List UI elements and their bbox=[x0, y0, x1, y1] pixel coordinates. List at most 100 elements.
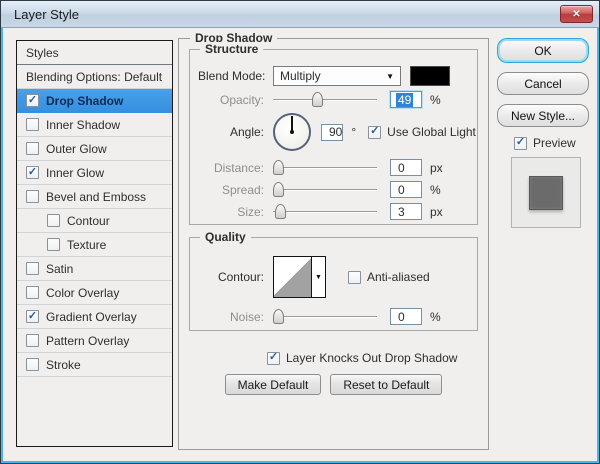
checkbox-icon[interactable]: ✓ bbox=[47, 214, 60, 227]
shadow-color-swatch[interactable] bbox=[410, 66, 450, 86]
angle-dial[interactable] bbox=[273, 113, 311, 151]
noise-row: Noise: 0 % bbox=[198, 308, 469, 325]
contour-thumbnail[interactable] bbox=[274, 257, 312, 297]
checkbox-icon[interactable]: ✓ bbox=[26, 358, 39, 371]
blend-mode-label: Blend Mode: bbox=[198, 69, 264, 83]
checkbox-icon[interactable]: ✓ bbox=[26, 142, 39, 155]
distance-value[interactable]: 0 bbox=[390, 159, 422, 176]
sidebar-item-outer-glow[interactable]: ✓ Outer Glow bbox=[17, 137, 172, 161]
dialog-body: Styles Blending Options: Default ✓ Drop … bbox=[1, 28, 599, 463]
checkbox-icon[interactable]: ✓ bbox=[26, 286, 39, 299]
contour-row: Contour: ▼ ✓ Anti-aliased bbox=[198, 256, 469, 298]
sidebar-item-bevel-and-emboss[interactable]: ✓ Bevel and Emboss bbox=[17, 185, 172, 209]
chevron-down-icon[interactable]: ▼ bbox=[312, 257, 325, 297]
size-unit: px bbox=[430, 205, 443, 219]
checkbox-icon[interactable]: ✓ bbox=[368, 126, 381, 139]
layer-knocks-out-checkbox[interactable]: ✓ Layer Knocks Out Drop Shadow bbox=[267, 351, 488, 365]
size-slider[interactable] bbox=[273, 204, 377, 219]
spread-label[interactable]: Spread: bbox=[198, 183, 264, 197]
checkbox-icon[interactable]: ✓ bbox=[47, 238, 60, 251]
checkbox-icon[interactable]: ✓ bbox=[348, 271, 361, 284]
style-preview-swatch bbox=[511, 157, 581, 228]
quality-legend: Quality bbox=[200, 230, 251, 244]
checkbox-icon[interactable]: ✓ bbox=[514, 137, 527, 150]
spread-unit: % bbox=[430, 183, 441, 197]
sidebar-item-label: Outer Glow bbox=[46, 142, 107, 156]
checkbox-icon[interactable]: ✓ bbox=[26, 118, 39, 131]
window-title: Layer Style bbox=[1, 7, 79, 22]
slider-track bbox=[273, 167, 377, 168]
blend-mode-select[interactable]: Multiply ▼ bbox=[273, 66, 401, 86]
checkbox-icon[interactable]: ✓ bbox=[26, 262, 39, 275]
title-bar[interactable]: Layer Style ✕ bbox=[1, 1, 599, 28]
default-buttons-row: Make Default Reset to Default bbox=[179, 374, 488, 395]
quality-group: Quality Contour: ▼ ✓ Anti-aliased Noise: bbox=[189, 237, 478, 331]
noise-label[interactable]: Noise: bbox=[198, 310, 264, 324]
spread-row: Spread: 0 % bbox=[198, 181, 469, 198]
slider-thumb[interactable] bbox=[275, 204, 286, 219]
slider-thumb[interactable] bbox=[273, 182, 284, 197]
sidebar-item-drop-shadow[interactable]: ✓ Drop Shadow bbox=[17, 89, 172, 113]
anti-aliased-checkbox[interactable]: ✓ Anti-aliased bbox=[348, 270, 430, 284]
size-label[interactable]: Size: bbox=[198, 205, 264, 219]
use-global-light-checkbox[interactable]: ✓ Use Global Light bbox=[368, 125, 476, 139]
noise-slider[interactable] bbox=[273, 309, 377, 324]
cancel-button[interactable]: Cancel bbox=[497, 72, 589, 95]
checkbox-icon[interactable]: ✓ bbox=[26, 190, 39, 203]
noise-value[interactable]: 0 bbox=[390, 308, 422, 325]
checkbox-icon[interactable]: ✓ bbox=[26, 94, 39, 107]
sidebar-item-inner-glow[interactable]: ✓ Inner Glow bbox=[17, 161, 172, 185]
sidebar-item-label: Bevel and Emboss bbox=[46, 190, 146, 204]
slider-thumb[interactable] bbox=[312, 92, 323, 107]
sidebar-item-stroke[interactable]: ✓ Stroke bbox=[17, 353, 172, 377]
preview-checkbox[interactable]: ✓ Preview bbox=[514, 136, 589, 150]
checkbox-icon[interactable]: ✓ bbox=[267, 352, 280, 365]
checkbox-icon[interactable]: ✓ bbox=[26, 166, 39, 179]
spread-slider[interactable] bbox=[273, 182, 377, 197]
style-preview-thumbnail bbox=[529, 176, 563, 210]
slider-thumb[interactable] bbox=[273, 309, 284, 324]
anti-aliased-label: Anti-aliased bbox=[367, 270, 430, 284]
slider-thumb[interactable] bbox=[273, 160, 284, 175]
close-button[interactable]: ✕ bbox=[560, 5, 593, 23]
sidebar-item-pattern-overlay[interactable]: ✓ Pattern Overlay bbox=[17, 329, 172, 353]
sidebar-item-inner-shadow[interactable]: ✓ Inner Shadow bbox=[17, 113, 172, 137]
angle-value[interactable]: 90 bbox=[321, 124, 343, 141]
reset-to-default-button[interactable]: Reset to Default bbox=[330, 374, 442, 395]
sidebar-item-gradient-overlay[interactable]: ✓ Gradient Overlay bbox=[17, 305, 172, 329]
sidebar-item-texture[interactable]: ✓ Texture bbox=[17, 233, 172, 257]
opacity-slider[interactable] bbox=[273, 92, 377, 107]
contour-label: Contour: bbox=[198, 270, 264, 284]
drop-shadow-panel: Drop Shadow Structure Blend Mode: Multip… bbox=[178, 38, 489, 450]
sidebar-item-blending-options[interactable]: Blending Options: Default bbox=[17, 65, 172, 89]
blend-mode-value: Multiply bbox=[280, 69, 321, 83]
contour-picker[interactable]: ▼ bbox=[273, 256, 326, 298]
checkbox-icon[interactable]: ✓ bbox=[26, 310, 39, 323]
sidebar-item-contour[interactable]: ✓ Contour bbox=[17, 209, 172, 233]
distance-label[interactable]: Distance: bbox=[198, 161, 264, 175]
ok-button[interactable]: OK bbox=[497, 38, 589, 63]
spread-value[interactable]: 0 bbox=[390, 181, 422, 198]
sidebar-item-label: Contour bbox=[67, 214, 110, 228]
structure-legend: Structure bbox=[200, 42, 263, 56]
size-row: Size: 3 px bbox=[198, 203, 469, 220]
sidebar-item-label: Blending Options: Default bbox=[26, 70, 162, 84]
checkbox-icon[interactable]: ✓ bbox=[26, 334, 39, 347]
opacity-value[interactable]: 49 bbox=[390, 91, 422, 108]
sidebar-item-styles[interactable]: Styles bbox=[17, 41, 172, 65]
make-default-button[interactable]: Make Default bbox=[225, 374, 322, 395]
new-style-button[interactable]: New Style... bbox=[497, 104, 589, 127]
sidebar-item-satin[interactable]: ✓ Satin bbox=[17, 257, 172, 281]
opacity-row: Opacity: 49 % bbox=[198, 91, 469, 108]
sidebar-item-label: Satin bbox=[46, 262, 73, 276]
chevron-down-icon: ▼ bbox=[386, 72, 394, 81]
size-value[interactable]: 3 bbox=[390, 203, 422, 220]
distance-slider[interactable] bbox=[273, 160, 377, 175]
sidebar-item-label: Styles bbox=[26, 46, 59, 60]
sidebar-item-color-overlay[interactable]: ✓ Color Overlay bbox=[17, 281, 172, 305]
slider-track bbox=[273, 189, 377, 190]
opacity-label[interactable]: Opacity: bbox=[198, 93, 264, 107]
layer-style-dialog: Layer Style ✕ Styles Blending Options: D… bbox=[0, 0, 600, 464]
angle-row: Angle: 90 ° ✓ Use Global Light bbox=[198, 113, 469, 151]
sidebar-item-label: Texture bbox=[67, 238, 106, 252]
